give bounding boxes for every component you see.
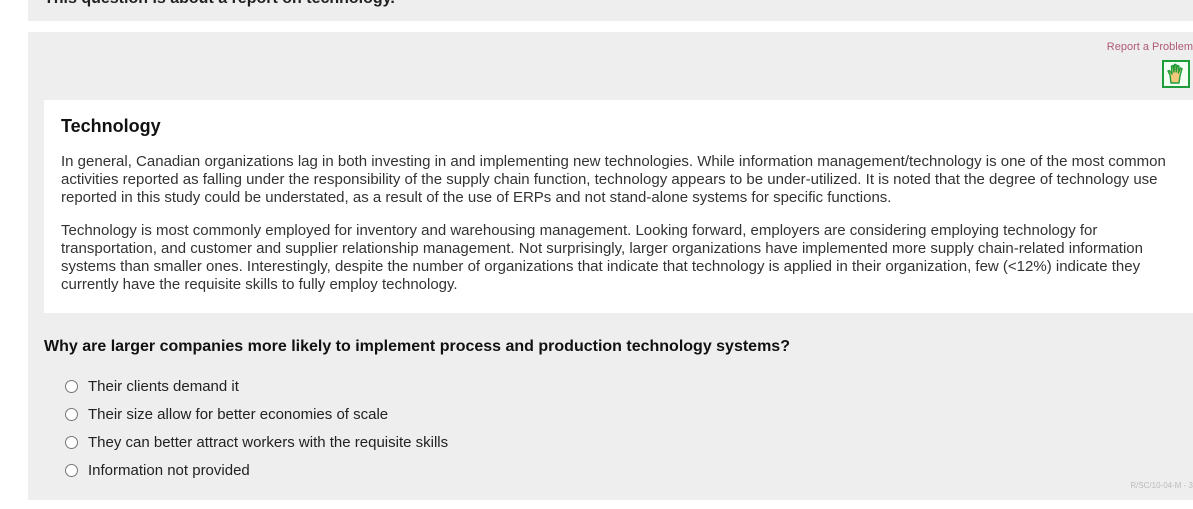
radio-button[interactable] — [65, 435, 78, 449]
radio-button[interactable] — [65, 463, 78, 477]
passage-title: Technology — [61, 116, 161, 136]
option-label[interactable]: Their size allow for better economies of… — [88, 406, 388, 423]
question-text: Why are larger companies more likely to … — [44, 338, 790, 355]
option-label[interactable]: They can better attract workers with the… — [88, 434, 448, 451]
passage-box: Technology In general, Canadian organiza… — [44, 100, 1193, 313]
report-problem-link[interactable]: Report a Problem — [1107, 41, 1193, 53]
question-intro: This question is about a report on techn… — [44, 0, 395, 8]
answer-option[interactable]: Their size allow for better economies of… — [65, 400, 448, 428]
answer-option[interactable]: Information not provided — [65, 456, 448, 484]
answer-option[interactable]: They can better attract workers with the… — [65, 428, 448, 456]
passage-paragraph: Technology is most commonly employed for… — [61, 222, 1143, 293]
option-label[interactable]: Information not provided — [88, 462, 250, 479]
passage-paragraph: In general, Canadian organizations lag i… — [61, 153, 1166, 206]
question-code: R/SC/10-04-M - 3 — [1130, 481, 1193, 490]
question-panel: Report a Problem Technology In general, … — [28, 32, 1193, 500]
answer-option[interactable]: Their clients demand it — [65, 372, 448, 400]
intro-strip: This question is about a report on techn… — [28, 0, 1193, 21]
option-label[interactable]: Their clients demand it — [88, 378, 239, 395]
answer-options: Their clients demand it Their size allow… — [65, 372, 448, 484]
radio-button[interactable] — [65, 407, 78, 421]
radio-button[interactable] — [65, 379, 78, 393]
help-button[interactable] — [1162, 60, 1190, 88]
hand-help-icon — [1167, 63, 1183, 84]
